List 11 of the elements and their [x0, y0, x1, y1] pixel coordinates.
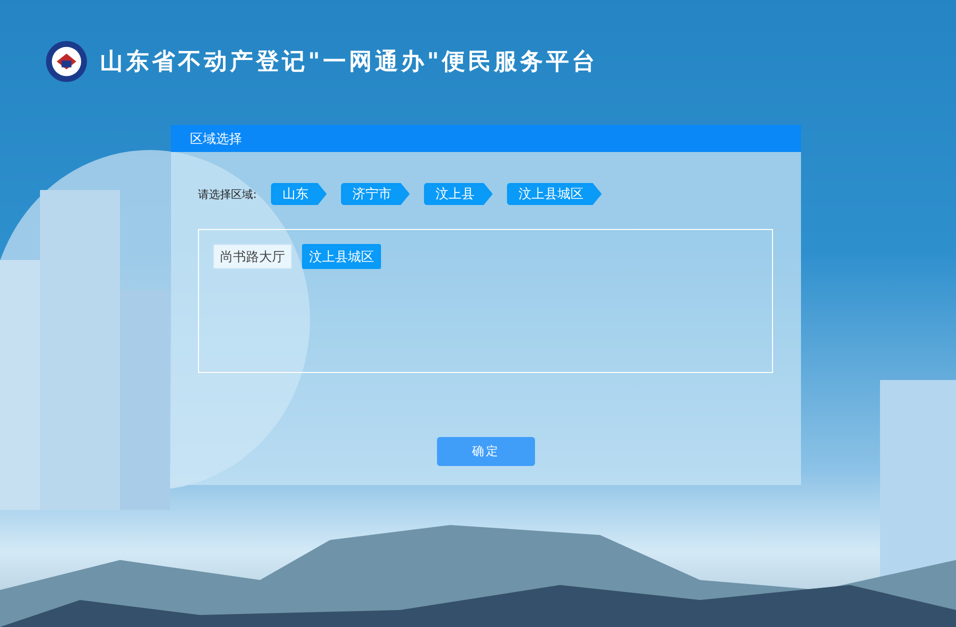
region-label: 请选择区域:	[198, 186, 257, 202]
region-breadcrumb[interactable]: 汶上县城区	[506, 183, 602, 205]
region-breadcrumb[interactable]: 山东	[270, 183, 327, 205]
panel-title: 区域选择	[190, 130, 242, 148]
hall-option[interactable]: 尚书路大厅	[213, 244, 292, 269]
region-breadcrumb[interactable]: 济宁市	[340, 183, 410, 205]
hall-option[interactable]: 汶上县城区	[302, 244, 381, 269]
emblem-logo-icon	[45, 40, 88, 83]
site-title: 山东省不动产登记"一网通办"便民服务平台	[100, 47, 598, 77]
region-breadcrumb[interactable]: 汶上县	[424, 183, 493, 205]
confirm-button[interactable]: 确定	[437, 437, 535, 466]
